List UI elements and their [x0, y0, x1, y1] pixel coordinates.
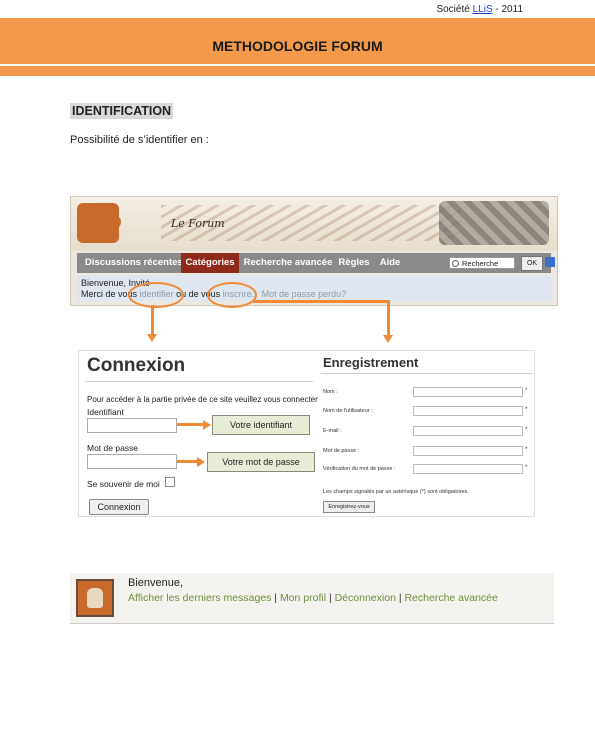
connexion-title: Connexion [87, 355, 186, 376]
forum-logo-text: Le Forum [171, 217, 225, 230]
logged-in-screenshot: Bienvenue, Afficher les derniers message… [70, 573, 554, 624]
registration-title: Enregistrement [323, 355, 419, 370]
arrow-tip-connexion [147, 334, 157, 342]
reg-required-password-check: * [525, 465, 528, 471]
remember-checkbox[interactable] [165, 477, 175, 487]
highlight-identifier [128, 282, 184, 308]
company-header: Société LLiS - 2011 [436, 4, 523, 15]
callout-password: Votre mot de passe [207, 452, 315, 472]
highlight-inscrire [207, 282, 257, 308]
forum-banner: Le Forum [71, 197, 557, 251]
reg-required-nom: * [525, 388, 528, 394]
latest-messages-link[interactable]: Afficher les derniers messages [128, 592, 271, 604]
title-banner: METHODOLOGIE FORUM [0, 18, 595, 76]
connexion-divider [85, 381, 313, 382]
tab-regles[interactable]: Règles [337, 253, 371, 273]
tab-aide[interactable]: Aide [377, 253, 403, 273]
forum-navbar: Discussions récentes Catégories Recherch… [77, 253, 555, 273]
section-title: IDENTIFICATION [70, 103, 174, 119]
search-value: Recherche [462, 259, 499, 268]
arrow-tip-registration [383, 335, 393, 343]
tab-discussions-recentes[interactable]: Discussions récentes [81, 253, 185, 273]
page-title: METHODOLOGIE FORUM [212, 38, 383, 54]
lost-password-link[interactable]: Mot de passe perdu? [262, 289, 347, 299]
register-button[interactable]: Enregistrez-vous [323, 501, 375, 513]
reg-label-username: Nom de l'utilisateur : [323, 408, 373, 414]
feed-icon[interactable] [545, 257, 555, 267]
search-icon [452, 260, 459, 267]
puzzle-pieces-icon [439, 201, 549, 245]
reg-label-password: Mot de passe : [323, 448, 360, 454]
arrow-tip-pwd [197, 457, 205, 467]
search-input[interactable]: Recherche [449, 257, 515, 269]
link-separator: | [271, 592, 280, 604]
puzzle-logo-icon [77, 203, 121, 243]
arrow-to-registration [387, 300, 390, 336]
identifiant-label: Identifiant [87, 407, 124, 417]
connexion-description: Pour accéder à la partie privée de ce si… [87, 395, 318, 404]
arrow-line-inscrire [253, 300, 390, 303]
banner-divider [0, 64, 595, 66]
reg-input-email[interactable] [413, 426, 523, 436]
reg-required-password: * [525, 447, 528, 453]
hand-icon [87, 588, 103, 608]
password-label: Mot de passe [87, 443, 139, 453]
user-links: Afficher les derniers messages | Mon pro… [128, 592, 498, 604]
connexion-button[interactable]: Connexion [89, 499, 149, 515]
arrow-id-callout [177, 423, 205, 426]
arrow-pwd-callout [177, 460, 199, 463]
reg-input-password-check[interactable] [413, 464, 523, 474]
company-year: - 2011 [492, 4, 523, 15]
reg-label-nom: Nom : [323, 389, 338, 395]
profile-link[interactable]: Mon profil [280, 592, 326, 604]
password-input[interactable] [87, 454, 177, 469]
advanced-search-link[interactable]: Recherche avancée [404, 592, 497, 604]
login-register-screenshot: Connexion Pour accéder à la partie privé… [78, 350, 535, 517]
reg-label-email: E-mail : [323, 428, 342, 434]
tab-recherche-avancee[interactable]: Recherche avancée [243, 253, 333, 273]
logout-link[interactable]: Déconnexion [335, 592, 396, 604]
callout-identifiant: Votre identifiant [212, 415, 310, 435]
reg-label-password-check: Vérification du mot de passe : [323, 466, 396, 472]
reg-required-email: * [525, 427, 528, 433]
arrow-tip-id [203, 420, 211, 430]
company-link[interactable]: LLiS [473, 4, 493, 15]
link-separator: | [326, 592, 335, 604]
avatar [76, 579, 114, 617]
registration-divider [321, 373, 533, 374]
tab-categories[interactable]: Catégories [181, 253, 239, 273]
reg-input-password[interactable] [413, 446, 523, 456]
arrow-to-connexion [151, 305, 154, 335]
reg-input-nom[interactable] [413, 387, 523, 397]
intro-text: Possibilité de s’identifier en : [70, 134, 209, 146]
identifiant-input[interactable] [87, 418, 177, 433]
reg-input-username[interactable] [413, 406, 523, 416]
reg-required-username: * [525, 407, 528, 413]
search-ok-button[interactable]: OK [521, 256, 543, 271]
remember-label: Se souvenir de moi [87, 479, 160, 489]
registration-note: Les champs signalés par un astérisque (*… [323, 489, 469, 495]
company-prefix: Société [436, 4, 473, 15]
logged-welcome: Bienvenue, [128, 577, 184, 589]
